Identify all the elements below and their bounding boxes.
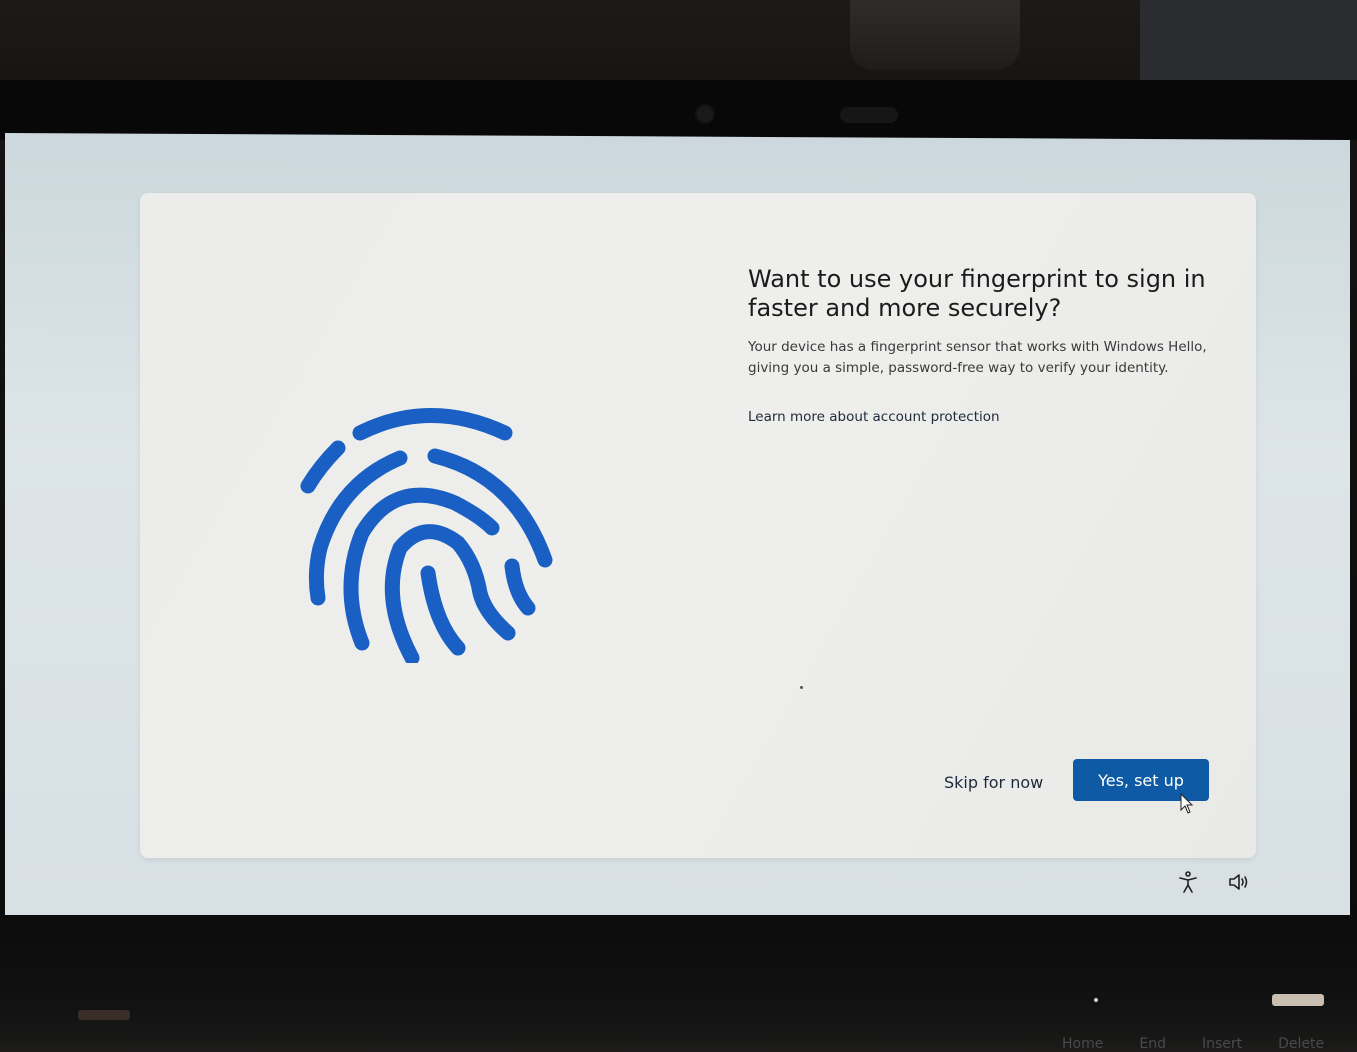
background-object	[850, 0, 1020, 70]
key-insert[interactable]: Insert	[1202, 1036, 1242, 1052]
background-panel	[1140, 0, 1357, 85]
webcam-shutter	[840, 107, 898, 123]
laptop-bezel-top	[0, 80, 1357, 140]
learn-more-link[interactable]: Learn more about account protection	[748, 409, 1000, 425]
page-title: Want to use your fingerprint to sign in …	[748, 265, 1206, 322]
page-description: Your device has a fingerprint sensor tha…	[748, 339, 1207, 376]
volume-icon[interactable]	[1227, 870, 1251, 894]
key-delete[interactable]: Delete	[1278, 1036, 1324, 1052]
accessibility-icon[interactable]	[1176, 870, 1200, 894]
photo-frame: Want to use your fingerprint to sign in …	[0, 0, 1357, 1052]
laptop-bezel-bottom	[0, 915, 1357, 1052]
keyboard-top-row: Home End Insert Delete	[1062, 1036, 1324, 1052]
key-home[interactable]: Home	[1062, 1036, 1103, 1052]
key-end[interactable]: End	[1139, 1036, 1166, 1052]
webcam	[697, 106, 713, 122]
oobe-dialog: Want to use your fingerprint to sign in …	[140, 193, 1256, 858]
hinge-right	[1272, 994, 1324, 1006]
hinge-left	[78, 1010, 130, 1020]
screen-dust	[800, 686, 803, 689]
mouse-cursor-icon	[1180, 793, 1194, 814]
skip-button[interactable]: Skip for now	[930, 763, 1057, 803]
setup-content: Want to use your fingerprint to sign in …	[748, 265, 1208, 425]
fingerprint-icon	[300, 408, 553, 663]
status-led	[1094, 998, 1098, 1002]
